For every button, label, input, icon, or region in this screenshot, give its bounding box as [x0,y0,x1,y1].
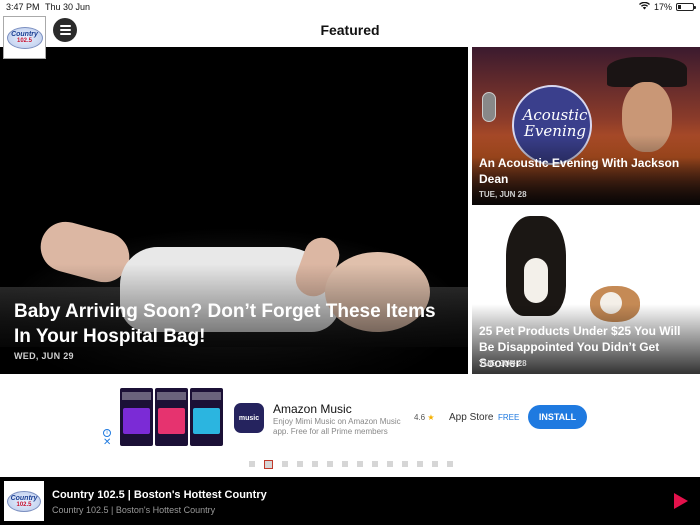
pager-dot[interactable] [249,461,255,467]
pager-dot[interactable] [297,461,303,467]
station-logo-badge: Country 102.5 [6,26,43,49]
ad-description: Enjoy Mimi Music on Amazon Music app. Fr… [273,417,401,436]
install-button[interactable]: INSTALL [528,405,587,429]
logo-text: Country [11,31,38,38]
pager-dot[interactable] [264,459,273,469]
card-title: An Acoustic Evening With Jackson Dean [479,156,680,186]
pager-dot[interactable] [327,461,333,467]
battery-percent: 17% [653,2,672,12]
pager-dot[interactable] [357,461,363,467]
pager-dot[interactable] [312,461,318,467]
status-time: 3:47 PM [6,2,40,12]
play-icon[interactable] [674,493,688,509]
pager-dot[interactable] [282,461,288,467]
status-date: Thu 30 Jun [45,2,91,12]
ad-price: FREE [498,413,520,422]
pager-dot[interactable] [402,461,408,467]
hero-article[interactable]: Baby Arriving Soon? Don’t Forget These I… [0,47,468,374]
card-date: TUE, JUN 28 [479,190,527,199]
star-icon: ★ [427,413,435,422]
ad-info-icon[interactable]: i [103,429,111,437]
article-card-acoustic-evening[interactable]: Acoustic Evening An Acoustic Evening Wit… [472,47,700,205]
ad-rating-value: 4.6 [414,413,426,422]
ad-screenshot-3 [190,388,223,446]
now-playing-bar[interactable]: Country 102.5 Country 102.5 | Boston's H… [0,477,700,525]
article-card-pet-products[interactable]: 25 Pet Products Under $25 You Will Be Di… [472,208,700,374]
ad-screenshot-1 [120,388,153,446]
wifi-icon [638,1,650,12]
hero-date: WED, JUN 29 [14,351,74,361]
pager-dot[interactable] [417,461,423,467]
amazon-music-icon[interactable]: music [234,403,264,433]
ad-banner[interactable]: music Amazon Music Enjoy Mimi Music on A… [103,388,604,448]
ad-close-icon[interactable]: ✕ [103,438,111,448]
ad-screenshot-2 [155,388,188,446]
ad-store: App Store [449,412,494,423]
pager-dot[interactable] [342,461,348,467]
pager-dot[interactable] [447,461,453,467]
ad-app-name: Amazon Music [273,402,352,416]
logo-number: 102.5 [16,38,32,44]
pager-dot[interactable] [387,461,393,467]
pager-dot[interactable] [372,461,378,467]
battery-icon [676,3,696,11]
pager-dot[interactable] [432,461,438,467]
player-subtitle: Country 102.5 | Boston's Hottest Country [52,505,216,515]
status-bar: 3:47 PM Thu 30 Jun 17% [0,0,700,14]
page-title: Featured [320,22,380,38]
card-date: TUE, JUN 28 [479,359,527,368]
ad-rating: 4.6 ★ [414,413,435,422]
carousel-pager[interactable] [249,459,453,469]
player-title: Country 102.5 | Boston's Hottest Country [52,489,267,501]
station-logo[interactable]: Country 102.5 [3,16,46,59]
status-right: 17% [638,1,696,12]
hero-title: Baby Arriving Soon? Don’t Forget These I… [14,301,436,347]
player-station-logo: Country 102.5 [4,481,44,521]
microphone-image [482,92,496,122]
